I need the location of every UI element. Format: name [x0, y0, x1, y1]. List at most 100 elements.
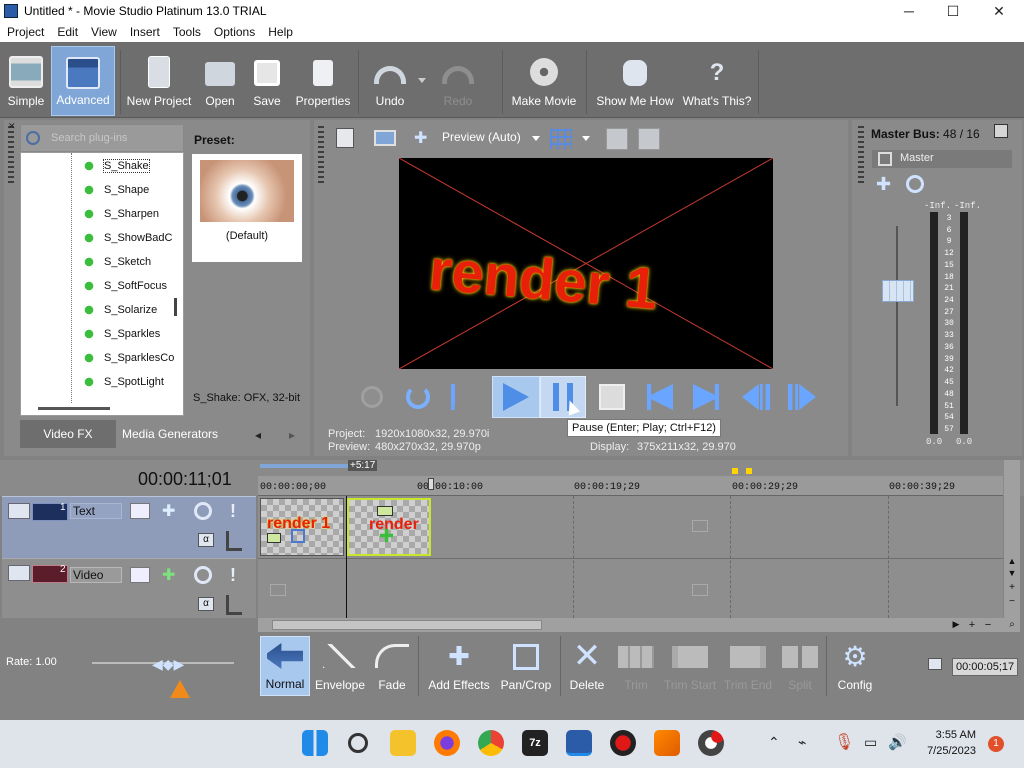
envelope-tool-button[interactable]: Envelope — [314, 636, 366, 696]
config-button[interactable]: ⚙ Config — [832, 636, 878, 696]
add-effects-button[interactable]: ✚ Add Effects — [424, 636, 494, 696]
maximize-button[interactable]: ☐ — [930, 0, 976, 22]
timeline-vscroll[interactable] — [1004, 460, 1020, 636]
go-to-start-button[interactable] — [638, 376, 682, 418]
master-volume-fader[interactable] — [882, 280, 914, 302]
pan-crop-button[interactable]: Pan/Crop — [498, 636, 554, 696]
track-header-text[interactable]: 1 Text ✚ ! α — [2, 496, 256, 558]
plugin-search-box[interactable]: Search plug-ins — [20, 124, 184, 152]
save-snapshot-icon[interactable] — [638, 128, 660, 150]
track-name-field[interactable]: Text — [70, 503, 122, 519]
app-icon-red-dot[interactable] — [698, 730, 724, 756]
event-fx-icon[interactable]: ✚ — [379, 527, 395, 545]
external-monitor-icon[interactable] — [374, 130, 396, 146]
alpha-compositing-icon[interactable]: α — [198, 533, 214, 547]
plugin-item[interactable]: S_Shake — [80, 155, 150, 177]
plugin-item[interactable]: S_ShowBadC — [80, 227, 173, 249]
menu-tools[interactable]: Tools — [166, 22, 207, 39]
simple-button[interactable]: Simple — [4, 46, 48, 116]
volume-icon[interactable]: 🔊 — [888, 733, 907, 751]
network-icon[interactable]: ⌁ — [798, 734, 806, 751]
plugin-item[interactable]: S_SparklesCo — [80, 347, 174, 369]
marker-flag-icon[interactable] — [732, 468, 754, 474]
scroll-down-icon[interactable]: ▼ — [1005, 568, 1019, 580]
tab-scroll-left-button[interactable]: ◂ — [246, 424, 270, 446]
fade-tool-button[interactable]: Fade — [370, 636, 414, 696]
firefox-icon[interactable] — [434, 730, 460, 756]
compositing-mode-icon[interactable] — [130, 503, 150, 519]
hscroll-thumb[interactable] — [272, 620, 542, 630]
event-pan-crop-icon[interactable] — [377, 506, 393, 516]
plugin-item[interactable]: S_Shape — [80, 179, 149, 201]
loop-region-bar[interactable] — [260, 464, 348, 468]
track-fx-icon[interactable]: ✚ — [162, 501, 182, 520]
whats-this-button[interactable]: ? What's This? — [680, 46, 754, 116]
scroll-up-icon[interactable]: ▲ — [1005, 556, 1019, 568]
loop-playback-button[interactable] — [396, 376, 440, 418]
plugin-search-input[interactable]: Search plug-ins — [51, 132, 127, 144]
screen-recorder-icon[interactable] — [610, 730, 636, 756]
menu-project[interactable]: Project — [0, 22, 50, 39]
normal-edit-tool-button[interactable]: Normal — [260, 636, 310, 696]
master-fx-icon[interactable]: ✚ — [876, 174, 898, 194]
redo-button[interactable]: Redo — [432, 46, 484, 116]
clock-date[interactable]: 7/25/2023 — [922, 745, 976, 757]
plugin-item[interactable]: S_Sharpen — [80, 203, 159, 225]
clock-time[interactable]: 3:55 AM — [930, 729, 976, 741]
split-button[interactable]: Split — [778, 636, 822, 696]
solo-icon[interactable]: ! — [230, 501, 236, 521]
search-icon[interactable] — [348, 733, 368, 753]
track-fx-icon[interactable]: ✚ — [162, 565, 182, 584]
end-timecode[interactable]: 00:00:05;17 — [952, 658, 1018, 676]
alpha-compositing-icon[interactable]: α — [198, 597, 214, 611]
tab-video-fx[interactable]: Video FX — [20, 420, 116, 448]
panel-close-icon[interactable]: ✕ — [8, 122, 16, 131]
panel-grip[interactable] — [318, 126, 324, 186]
tab-media-generators[interactable]: Media Generators — [118, 420, 222, 448]
go-to-end-button[interactable] — [684, 376, 728, 418]
show-hidden-icons-icon[interactable]: ⌃ — [768, 734, 780, 751]
make-movie-button[interactable]: Make Movie — [508, 46, 580, 116]
track-header-video[interactable]: 2 Video ✚ ! α — [2, 558, 256, 618]
preview-quality-dropdown[interactable]: Preview (Auto) — [442, 130, 542, 148]
copy-snapshot-icon[interactable] — [606, 128, 628, 150]
track-name-field[interactable]: Video — [70, 567, 122, 583]
7zip-icon[interactable]: 7z — [522, 730, 548, 756]
master-bypass-icon[interactable] — [906, 175, 924, 193]
new-project-button[interactable]: New Project — [124, 46, 194, 116]
fl-studio-icon[interactable] — [654, 730, 680, 756]
trim-end-button[interactable]: Trim End — [722, 636, 774, 696]
preset-thumbnail-card[interactable]: (Default) — [192, 154, 302, 262]
previous-frame-button[interactable] — [734, 376, 778, 418]
plugin-item[interactable]: S_Sketch — [80, 251, 151, 273]
play-from-start-button[interactable] — [442, 376, 486, 418]
make-child-track-icon[interactable] — [226, 595, 242, 615]
event-pan-crop-icon[interactable] — [267, 533, 281, 543]
rate-shuttle-icon[interactable]: ◀◆▶ — [152, 656, 196, 672]
grid-dropdown-icon[interactable] — [582, 136, 590, 141]
next-frame-button[interactable] — [780, 376, 824, 418]
stop-button[interactable] — [590, 376, 634, 418]
menu-options[interactable]: Options — [207, 22, 261, 39]
preview-properties-icon[interactable] — [336, 128, 354, 148]
track-collapse-icon[interactable] — [8, 565, 30, 581]
event-fx-icon[interactable] — [291, 529, 305, 543]
chrome-icon[interactable] — [478, 730, 504, 756]
tab-scroll-right-button[interactable]: ▸ — [280, 424, 304, 446]
make-child-track-icon[interactable] — [226, 531, 242, 551]
properties-button[interactable]: Properties — [292, 46, 354, 116]
track-collapse-icon[interactable] — [8, 503, 30, 519]
delete-button[interactable]: ✕ Delete — [564, 636, 610, 696]
split-screen-icon[interactable]: ✚ — [414, 130, 434, 148]
file-explorer-icon[interactable] — [390, 730, 416, 756]
open-button[interactable]: Open — [198, 46, 242, 116]
text-event-clip-2[interactable]: render ✚ — [347, 498, 431, 556]
menu-help[interactable]: Help — [261, 22, 299, 39]
undo-dropdown-icon[interactable] — [418, 78, 426, 83]
plugin-item[interactable]: S_Sparkles — [80, 323, 160, 345]
overlays-grid-icon[interactable] — [550, 129, 572, 149]
movie-studio-taskbar-icon[interactable] — [566, 730, 592, 756]
plugin-list-hscroll[interactable] — [38, 407, 110, 410]
solo-icon[interactable]: ! — [230, 565, 236, 585]
plugin-item[interactable]: S_SoftFocus — [80, 275, 167, 297]
